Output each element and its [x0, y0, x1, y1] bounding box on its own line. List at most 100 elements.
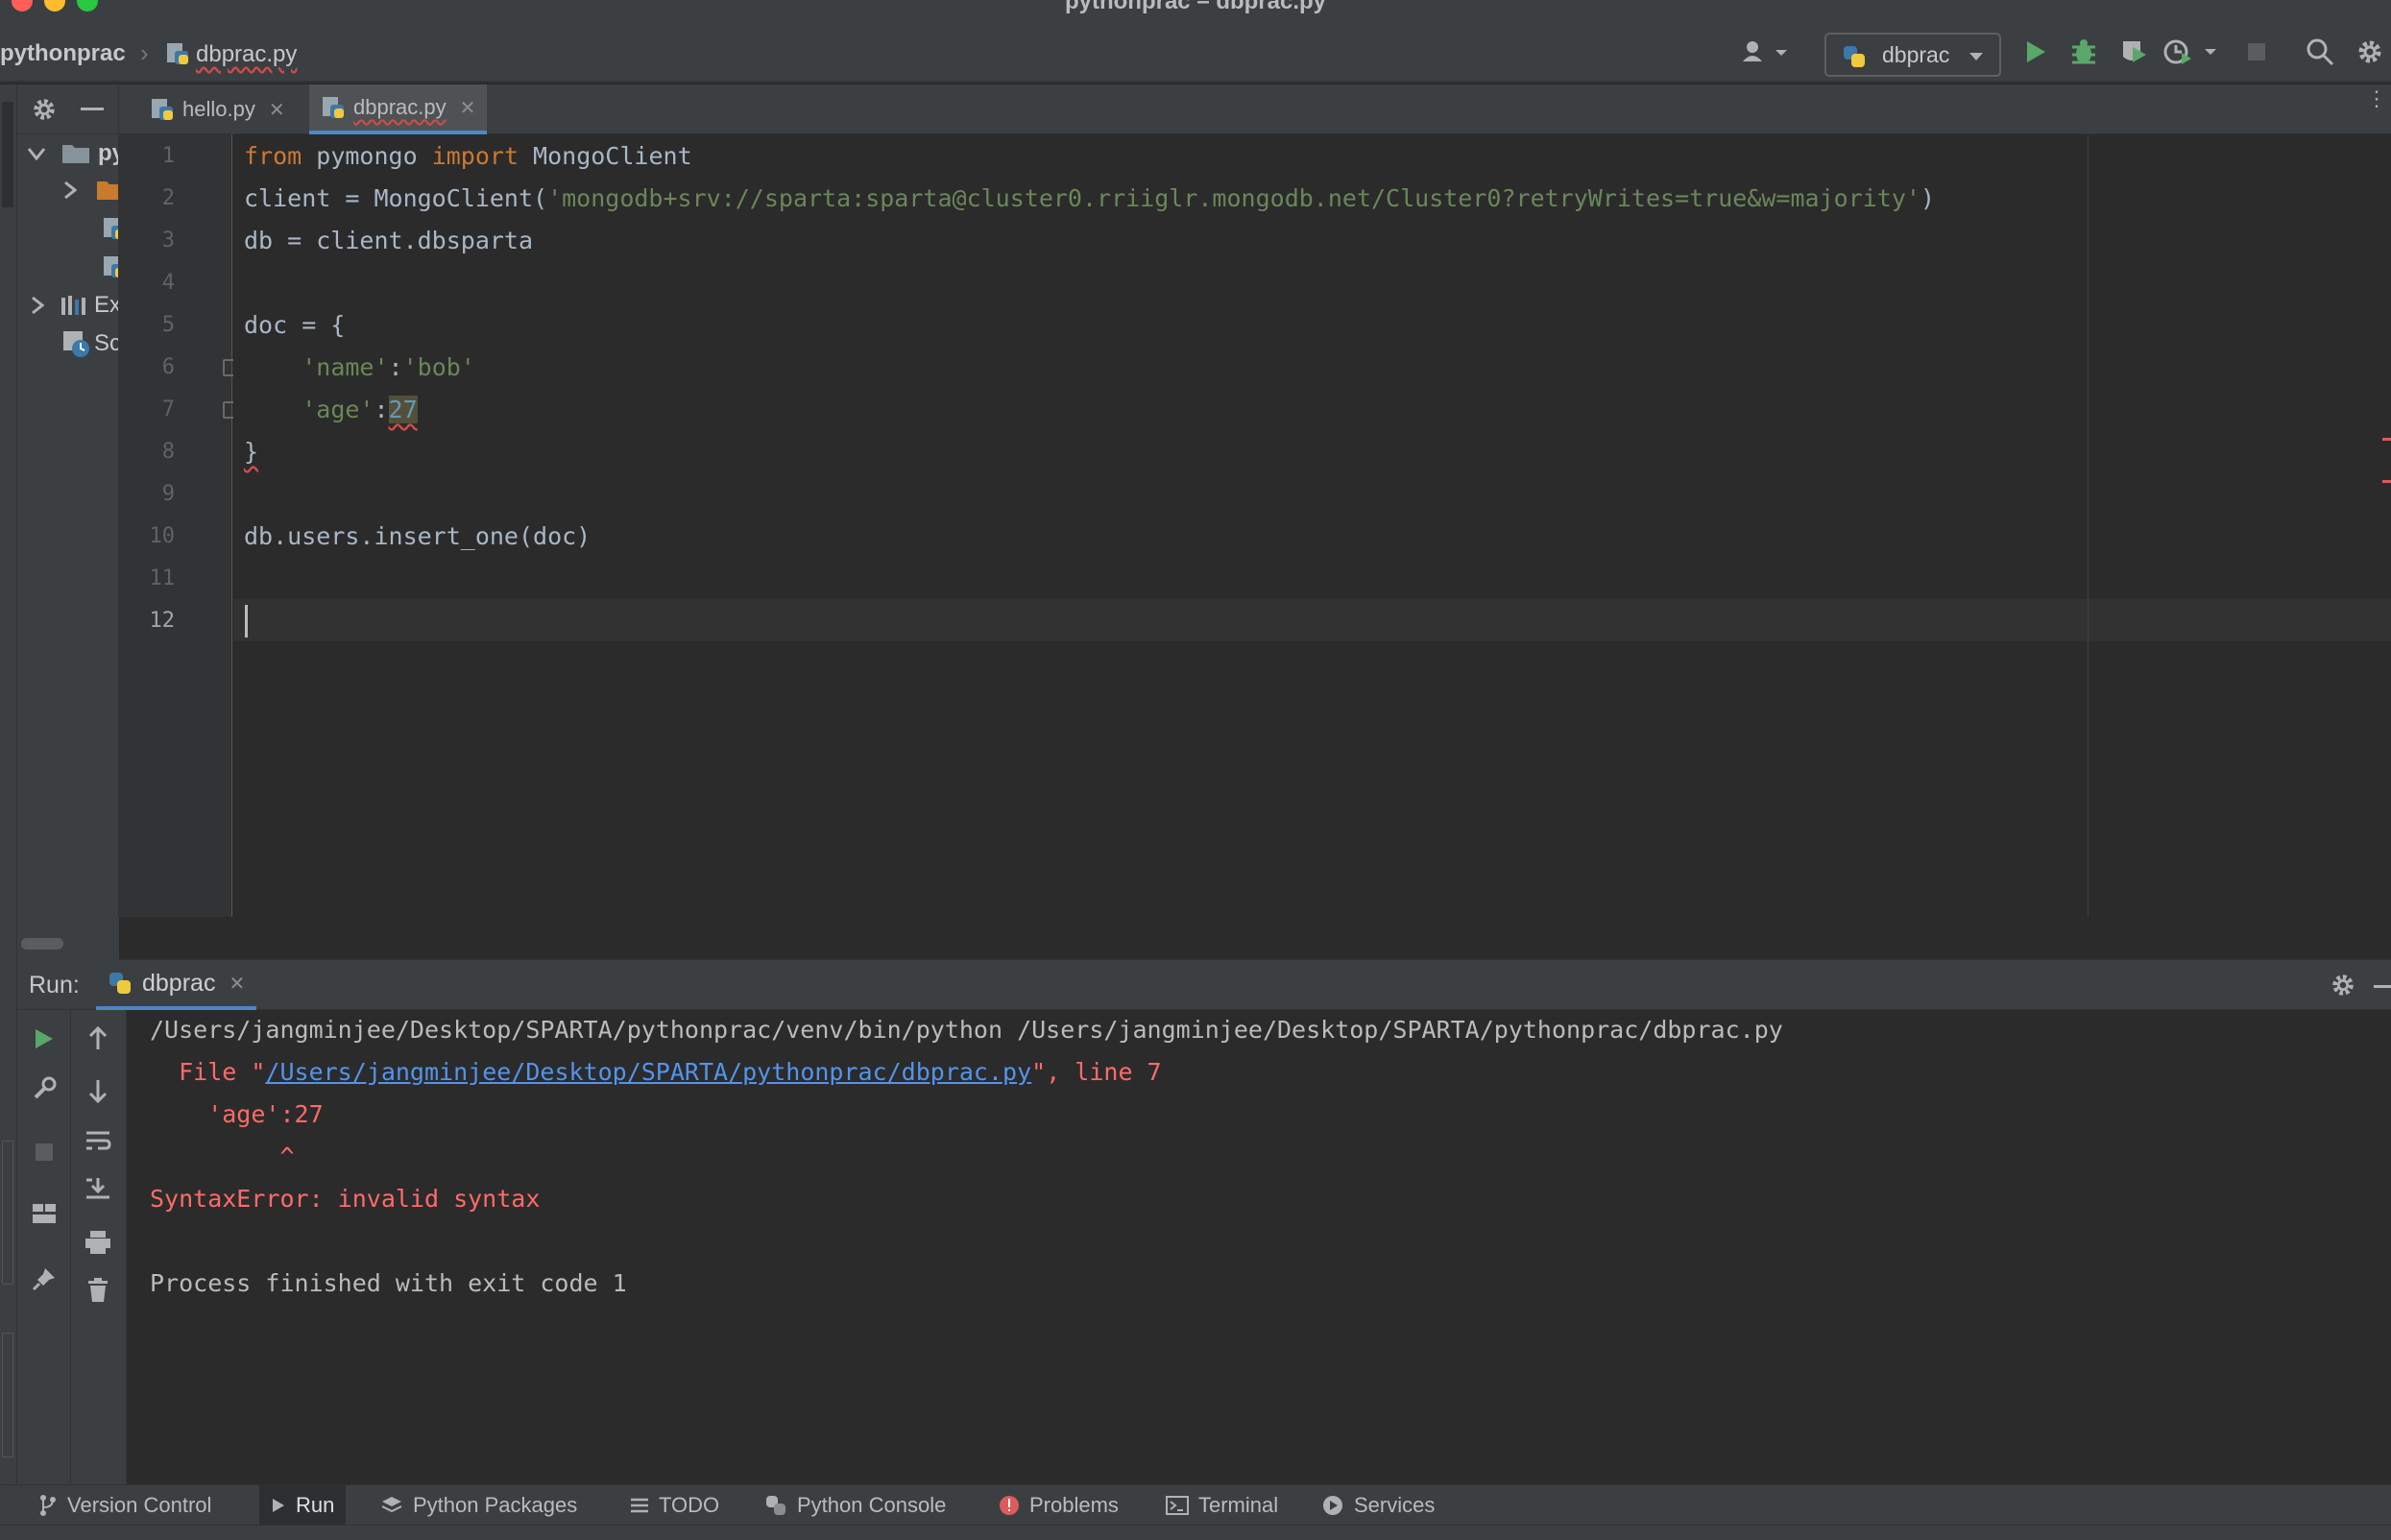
scroll-to-end-icon[interactable] — [81, 1171, 115, 1206]
branch-icon — [40, 1495, 56, 1516]
error-stripe-mark[interactable] — [2382, 438, 2391, 441]
tool-services[interactable]: Services — [1321, 1485, 1435, 1526]
code-line-8: } — [244, 438, 259, 466]
tool-todo[interactable]: TODO — [630, 1485, 719, 1526]
tool-version-control[interactable]: Version Control — [38, 1485, 211, 1526]
run-configuration-label: dbprac — [1882, 42, 1950, 67]
folder-icon — [62, 145, 89, 163]
tool-terminal[interactable]: Terminal — [1166, 1485, 1278, 1526]
tool-label: Python Packages — [413, 1493, 578, 1517]
bottom-tool-strip: Version Control Run Python Packages TODO… — [0, 1484, 2391, 1526]
console-traceback-file: File "/Users/jangminjee/Desktop/SPARTA/p… — [150, 1058, 1162, 1086]
stop-icon[interactable] — [2241, 36, 2272, 67]
line-number: 11 — [149, 566, 176, 590]
rerun-icon[interactable] — [27, 1022, 61, 1056]
close-icon[interactable]: ✕ — [229, 972, 245, 996]
run-tab-label: dbprac — [142, 969, 216, 997]
close-icon[interactable]: ✕ — [269, 98, 285, 122]
soft-wrap-icon[interactable] — [81, 1123, 115, 1158]
wrench-icon[interactable] — [27, 1071, 61, 1106]
window-title: pythonprac – dbprac.py — [1064, 0, 1327, 14]
breadcrumb-project[interactable]: pythonprac — [0, 40, 126, 67]
arrow-up-icon[interactable] — [81, 1022, 115, 1056]
left-tool-stripe — [0, 84, 17, 1486]
code-line-2: client = MongoClient('mongodb+srv://spar… — [244, 184, 1936, 212]
coverage-icon[interactable] — [2116, 36, 2151, 67]
run-tool-window-header: Run: dbprac ✕ — [17, 960, 2391, 1010]
print-icon[interactable] — [81, 1225, 115, 1260]
close-icon[interactable]: ✕ — [460, 96, 476, 120]
python-icon — [1842, 44, 1867, 74]
python-file-icon — [323, 97, 344, 118]
navigation-bar: pythonprac › dbprac.py dbprac — [0, 15, 2391, 83]
line-number: 7 — [161, 397, 175, 421]
tool-problems[interactable]: Problems — [999, 1485, 1119, 1526]
console-exit-line: Process finished with exit code 1 — [150, 1269, 627, 1297]
layout-icon[interactable] — [27, 1196, 61, 1231]
run-console-output[interactable]: /Users/jangminjee/Desktop/SPARTA/pythonp… — [127, 1010, 2391, 1484]
tree-row-label: py — [98, 140, 118, 166]
tab-hello-py[interactable]: hello.py ✕ — [140, 84, 295, 134]
arrow-down-icon[interactable] — [81, 1073, 115, 1108]
more-tabs-icon[interactable]: ⋮ — [2366, 88, 2387, 109]
search-icon[interactable] — [2303, 36, 2337, 67]
console-file-link[interactable]: /Users/jangminjee/Desktop/SPARTA/pythonp… — [265, 1058, 1031, 1086]
editor-bottom-area — [119, 917, 2391, 960]
tree-row-project-root[interactable]: py — [27, 136, 118, 171]
project-tool-button[interactable] — [2, 102, 13, 207]
tab-dbprac-py[interactable]: dbprac.py ✕ — [309, 84, 488, 134]
python-file-icon — [152, 99, 173, 120]
run-toolbar-secondary — [71, 1010, 127, 1484]
tool-label: TODO — [659, 1493, 720, 1517]
debug-icon[interactable] — [2066, 36, 2101, 67]
line-number: 1 — [161, 144, 175, 168]
pin-icon[interactable] — [27, 1262, 61, 1296]
title-bar: pythonprac – dbprac.py — [0, 0, 2391, 15]
run-icon[interactable] — [2018, 36, 2053, 67]
hide-panel-icon[interactable] — [81, 108, 104, 110]
line-number-current: 12 — [149, 609, 176, 633]
python-console-icon — [766, 1496, 785, 1515]
line-number-gutter: 1 2 3 4 5 6 7 8 9 10 11 12 — [119, 134, 236, 917]
run-tab-dbprac[interactable]: dbprac ✕ — [96, 960, 257, 1010]
profile-icon[interactable] — [2162, 36, 2220, 67]
code-editor[interactable]: from pymongo import MongoClient client =… — [233, 134, 2391, 917]
tree-row-folder[interactable] — [63, 173, 118, 207]
status-bar — [0, 1525, 2391, 1540]
code-line-10: db.users.insert_one(doc) — [244, 522, 592, 550]
chevron-down-icon — [1968, 50, 1984, 67]
trash-icon[interactable] — [81, 1273, 115, 1308]
code-line-7: 'age':27 — [302, 396, 418, 423]
python-file-icon — [165, 41, 190, 71]
current-line-highlight — [233, 599, 2391, 641]
bookmarks-tool-button[interactable] — [2, 1141, 13, 1285]
stop-icon[interactable] — [27, 1135, 61, 1169]
settings-icon[interactable] — [31, 96, 58, 128]
tool-run[interactable]: Run — [259, 1485, 347, 1526]
structure-tool-button[interactable] — [2, 1333, 13, 1457]
hide-panel-icon[interactable] — [2374, 985, 2391, 988]
line-number: 10 — [149, 524, 176, 548]
run-icon — [273, 1499, 284, 1512]
error-stripe-mark[interactable] — [2382, 480, 2391, 483]
tree-row-scratches[interactable]: Sc — [61, 326, 118, 361]
settings-icon[interactable] — [2353, 36, 2387, 67]
account-icon[interactable] — [1738, 36, 1792, 67]
tool-python-console[interactable]: Python Console — [764, 1485, 946, 1526]
horizontal-scrollbar[interactable] — [17, 917, 119, 960]
run-configuration-select[interactable]: dbprac — [1824, 33, 2001, 77]
tree-row-file[interactable] — [102, 211, 118, 246]
tree-row-external-libraries[interactable]: Ex — [31, 288, 118, 323]
settings-icon[interactable] — [2330, 972, 2356, 1003]
tool-python-packages[interactable]: Python Packages — [380, 1485, 577, 1526]
breadcrumb-file[interactable]: dbprac.py — [196, 41, 297, 68]
line-number: 9 — [161, 482, 175, 506]
tool-label: Python Console — [797, 1493, 947, 1517]
scrollbar-thumb[interactable] — [21, 938, 63, 950]
project-toolbar — [17, 84, 118, 134]
run-toolbar-primary — [17, 1010, 71, 1484]
tree-row-file[interactable] — [102, 250, 118, 284]
right-margin-guide — [2088, 134, 2089, 917]
tool-label: Problems — [1029, 1493, 1119, 1517]
terminal-icon — [1166, 1496, 1189, 1515]
